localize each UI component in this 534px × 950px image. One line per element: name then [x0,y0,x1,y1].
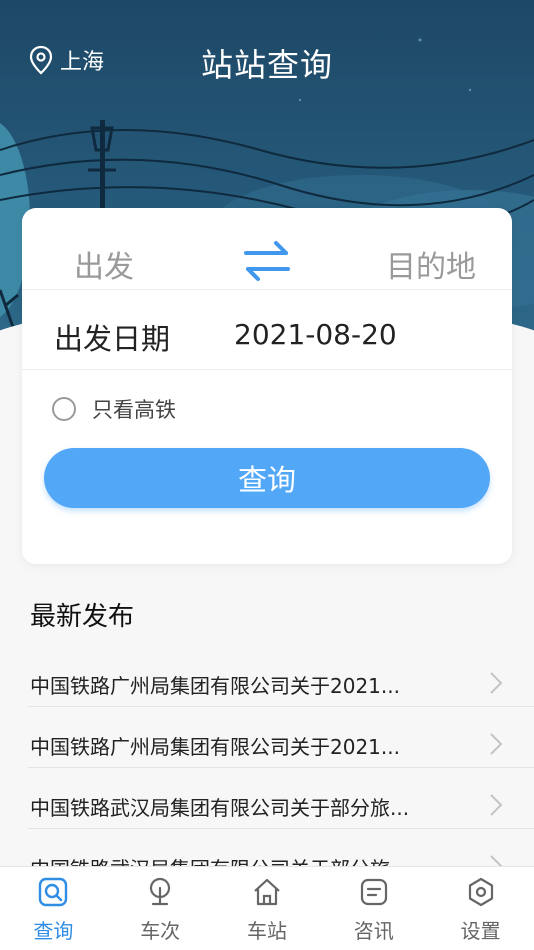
page-title: 站站查询 [200,46,333,84]
tab-news[interactable]: 咨讯 [320,867,427,950]
news-icon [360,878,387,906]
departure-station-field[interactable]: 出发 [74,242,134,286]
search-button[interactable]: 查询 [44,448,490,508]
tab-search[interactable]: 查询 [0,867,107,950]
tab-train[interactable]: 车次 [107,867,214,950]
tab-label: 设置 [460,919,501,943]
news-item[interactable]: 中国铁路广州局集团有限公司关于2021... [28,707,534,768]
tab-label: 车站 [246,919,287,943]
swap-icon[interactable] [242,236,292,286]
bottom-tab-bar: 查询 车次 车站 咨讯 设置 [0,866,534,950]
chevron-right-icon [490,733,503,755]
tab-label: 咨讯 [353,919,394,943]
date-row[interactable]: 出发日期 2021-08-20 [22,290,512,370]
high-speed-only-radio[interactable] [52,397,76,421]
news-list: 中国铁路广州局集团有限公司关于2021... 中国铁路广州局集团有限公司关于20… [28,646,534,890]
top-bar: 上海 站站查询 [0,0,534,120]
news-item-text: 中国铁路武汉局集团有限公司关于部分旅... [30,796,410,820]
chevron-right-icon [490,794,503,816]
tab-label: 车次 [140,919,181,943]
search-icon [39,877,68,907]
high-speed-only-label: 只看高铁 [92,398,176,422]
date-label: 出发日期 [54,322,171,356]
station-icon [254,878,280,906]
news-item[interactable]: 中国铁路武汉局集团有限公司关于部分旅... [28,768,534,829]
chevron-right-icon [490,672,503,694]
settings-icon [468,877,493,907]
tab-settings[interactable]: 设置 [427,867,534,950]
news-item-text: 中国铁路广州局集团有限公司关于2021... [30,674,400,698]
search-card: 出发 目的地 出发日期 2021-08-20 只看高铁 查询 [22,208,512,564]
destination-station-field[interactable]: 目的地 [386,242,476,286]
news-item-text: 中国铁路广州局集团有限公司关于2021... [30,735,400,759]
news-item[interactable]: 中国铁路广州局集团有限公司关于2021... [28,646,534,707]
tab-label: 查询 [33,919,74,943]
news-section-title: 最新发布 [30,602,135,632]
route-row: 出发 目的地 [22,208,512,290]
date-value[interactable]: 2021-08-20 [234,318,397,351]
high-speed-only-option[interactable]: 只看高铁 [52,394,176,424]
train-icon [150,877,171,906]
tab-station[interactable]: 车站 [214,867,321,950]
